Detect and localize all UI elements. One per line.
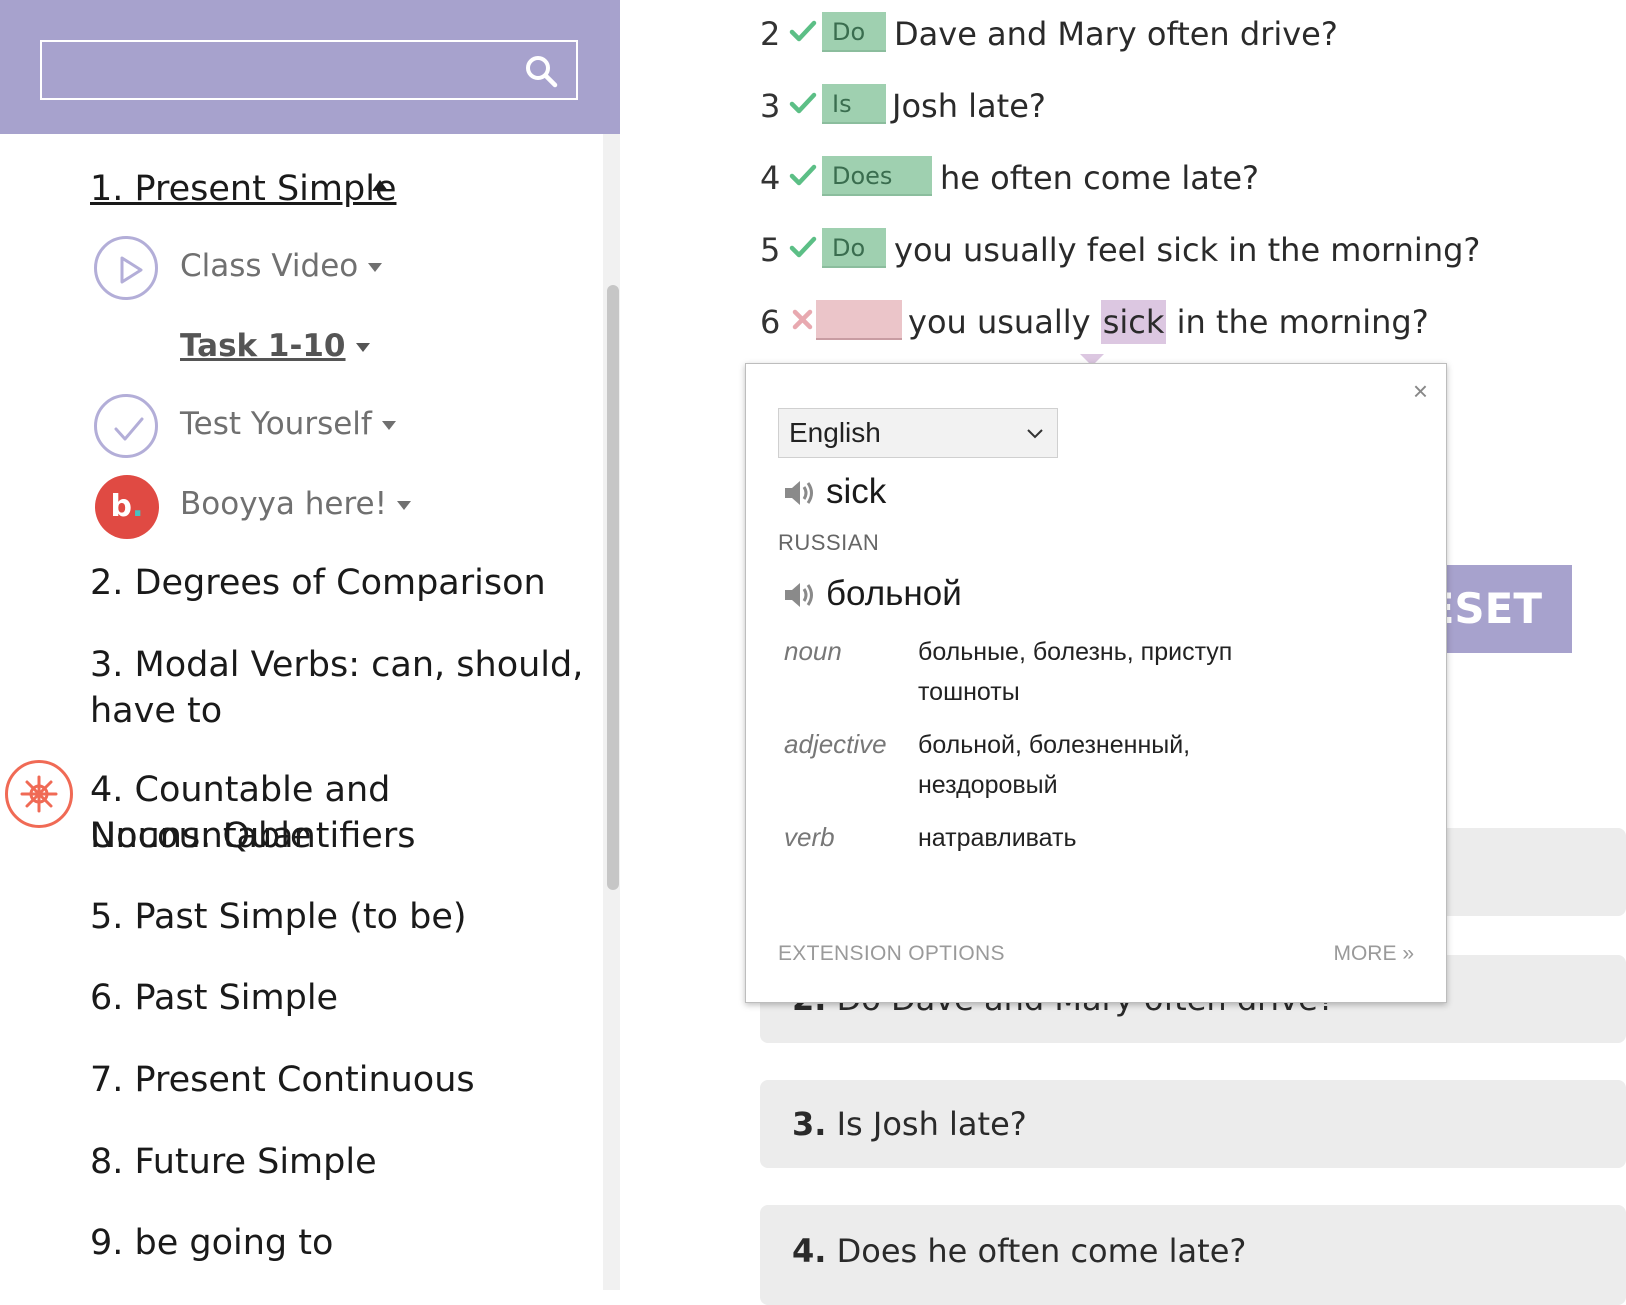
topic-future-simple[interactable]: 8. Future Simple [90, 1139, 590, 1185]
question-number: 6 [760, 303, 781, 341]
answer-input[interactable]: Do [822, 228, 886, 268]
sidebar: 1. Present Simple Class Video Task 1-10 … [0, 0, 620, 1290]
chevron-down-icon [1025, 423, 1045, 443]
answer-input[interactable]: Does [822, 156, 932, 196]
definitions-adjective: больной, болезненный, нездоровый [918, 725, 1318, 805]
translate-popup: × English sick RUSSIAN больной noun боль… [745, 363, 1447, 1003]
topic-degrees-of-comparison[interactable]: 2. Degrees of Comparison [90, 560, 590, 606]
question-number: 5 [760, 231, 781, 269]
pos-verb: verb [784, 822, 835, 852]
close-icon[interactable]: × [1413, 378, 1428, 404]
chevron-down-icon [381, 421, 396, 430]
sub-item-task[interactable]: Task 1-10 [180, 326, 370, 366]
booyya-logo[interactable]: b. [95, 475, 159, 539]
card-text: 3. Is Josh late? [792, 1102, 1027, 1146]
chevron-down-icon [368, 263, 383, 272]
chevron-down-icon [355, 343, 370, 352]
check-circle-icon[interactable] [94, 394, 158, 458]
card-number: 3. [792, 1105, 827, 1143]
question-text: Josh late? [892, 87, 1046, 125]
definitions-noun: больные, болезнь, приступ тошноты [918, 632, 1318, 712]
search-icon[interactable] [524, 54, 558, 88]
question-text: you usually sick in the morning? [908, 300, 1429, 344]
question-number: 4 [760, 159, 781, 197]
play-icon[interactable] [94, 236, 158, 300]
booyya-label: Booyya here! [180, 486, 388, 522]
definition-line: натравливать [918, 824, 1077, 852]
collapse-caret-icon[interactable] [372, 180, 388, 191]
answer-input[interactable]: Do [822, 12, 886, 52]
check-icon [788, 88, 818, 118]
topic-present-continuous[interactable]: 7. Present Continuous [90, 1057, 590, 1103]
sub-item-test-yourself[interactable]: Test Yourself [180, 404, 396, 444]
sidebar-scrollbar[interactable] [607, 285, 619, 890]
source-word: sick [826, 472, 887, 511]
search-band [0, 0, 620, 134]
speaker-icon[interactable] [782, 578, 816, 612]
topic-present-simple[interactable]: 1. Present Simple [90, 166, 396, 212]
topic-past-simple-to-be[interactable]: 5. Past Simple (to be) [90, 894, 590, 940]
check-icon [788, 232, 818, 262]
question-text-after: in the morning? [1166, 303, 1429, 341]
class-video-label: Class Video [180, 248, 359, 284]
language-select-value: English [789, 417, 881, 448]
pos-noun: noun [784, 636, 842, 666]
answer-input[interactable]: Is [822, 84, 886, 124]
highlighted-word[interactable]: sick [1100, 300, 1167, 344]
topic-countable-nouns-line2[interactable]: Nouns. Quantifiers [90, 813, 590, 859]
check-icon [788, 160, 818, 190]
translated-word: больной [826, 574, 962, 613]
cross-icon [788, 304, 818, 334]
question-number: 3 [760, 87, 781, 125]
definition-line: больные, болезнь, приступ [918, 638, 1233, 666]
card-sentence: Is Josh late? [836, 1105, 1027, 1143]
check-icon [788, 16, 818, 46]
pos-adjective: adjective [784, 729, 887, 759]
help-asterisk-icon[interactable] [5, 760, 73, 828]
speaker-icon[interactable] [782, 476, 816, 510]
question-text-before: you usually [908, 303, 1101, 341]
booyya-logo-dot: . [132, 489, 144, 524]
topic-modal-verbs-line2[interactable]: have to [90, 688, 590, 734]
question-text: you usually feel sick in the morning? [894, 231, 1481, 269]
answer-card: 3. Is Josh late? [760, 1080, 1626, 1168]
sub-item-booyya[interactable]: Booyya here! [180, 484, 412, 524]
answer-input[interactable] [816, 300, 902, 340]
question-number: 2 [760, 15, 781, 53]
question-text: Dave and Mary often drive? [894, 15, 1338, 53]
topic-be-going-to[interactable]: 9. be going to [90, 1220, 590, 1266]
extension-options-link[interactable]: EXTENSION OPTIONS [778, 942, 1005, 966]
test-yourself-label: Test Yourself [180, 406, 372, 442]
target-language-label: RUSSIAN [778, 530, 880, 555]
more-link[interactable]: MORE » [1333, 942, 1414, 966]
definition-line: тошноты [918, 678, 1020, 706]
booyya-logo-letter: b [110, 489, 133, 524]
task-label: Task 1-10 [180, 328, 346, 364]
search-input[interactable] [40, 40, 578, 100]
topic-past-simple[interactable]: 6. Past Simple [90, 975, 590, 1021]
question-text: he often come late? [940, 159, 1260, 197]
card-text: 4. Does he often come late? [792, 1229, 1246, 1273]
language-select[interactable]: English [778, 408, 1058, 458]
card-sentence: Does he often come late? [836, 1232, 1247, 1270]
answer-card: 4. Does he often come late? [760, 1205, 1626, 1305]
definition-line: больной, болезненный, [918, 731, 1191, 759]
definition-line: нездоровый [918, 771, 1058, 799]
topic-modal-verbs[interactable]: 3. Modal Verbs: can, should, [90, 642, 590, 688]
definitions-verb: натравливать [918, 818, 1318, 858]
sub-item-class-video[interactable]: Class Video [180, 246, 383, 286]
card-number: 4. [792, 1232, 827, 1270]
chevron-down-icon [397, 501, 412, 510]
